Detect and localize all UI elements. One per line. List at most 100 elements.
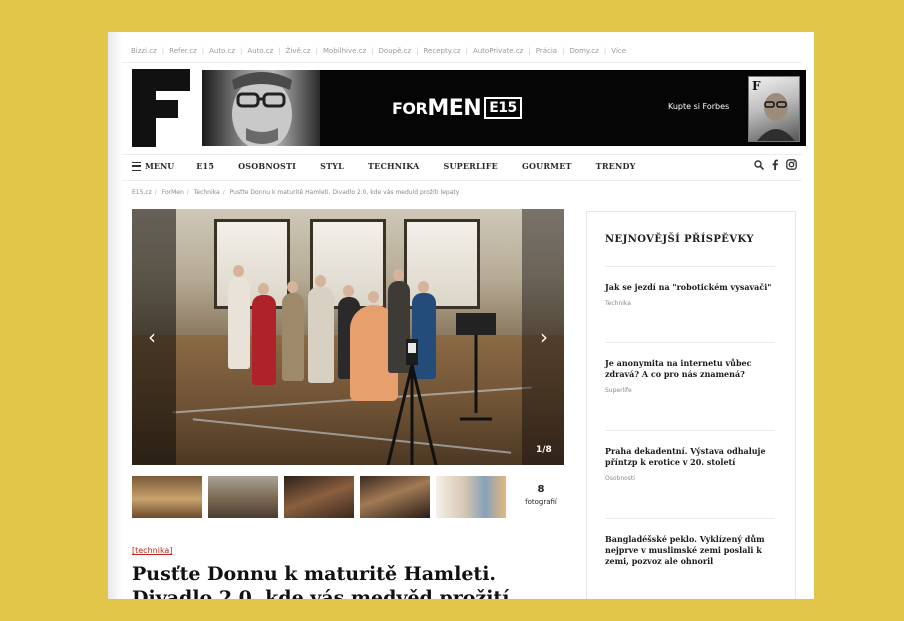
gallery-thumbnail[interactable] (360, 476, 430, 518)
nav-item-e15[interactable]: E15 (196, 161, 214, 171)
sidebar-post[interactable]: Je anonymita na internetu vůbec zdravá? … (605, 358, 775, 394)
nav-item-gourmet[interactable]: GOURMET (522, 161, 572, 171)
separator: / (154, 189, 157, 196)
portal-links-bar: Bizzi.cz | Refer.cz | Auto.cz | Auto.cz | Ži… (128, 44, 788, 58)
search-icon[interactable] (754, 159, 764, 170)
divider (605, 430, 775, 431)
chevron-left-icon[interactable]: ‹ (142, 325, 162, 349)
gallery-counter: 1/8 (536, 445, 552, 455)
portal-link[interactable]: Refer.cz (166, 47, 200, 55)
portal-link[interactable]: Doupě.cz (376, 47, 415, 55)
gallery-thumbnail[interactable] (132, 476, 202, 518)
facebook-icon[interactable] (771, 159, 779, 170)
sidebar-title: NEJNOVĚJŠÍ PŘÍSPĚVKY (605, 234, 754, 245)
breadcrumb-current: Pusťte Donnu k maturitě Hamleti. Divadlo… (229, 189, 460, 196)
divider (122, 154, 802, 155)
photo-person-head (393, 269, 404, 281)
breadcrumb-link[interactable]: ForMen (162, 189, 184, 196)
photo-person (252, 295, 276, 385)
portal-link[interactable]: Auto.cz (244, 47, 276, 55)
latest-posts-sidebar: NEJNOVĚJŠÍ PŘÍSPĚVKY Jak se jezdí na "ro… (586, 211, 796, 599)
sidebar-post[interactable]: Bangladéšské peklo. Vyklízený dům nejprv… (605, 534, 775, 574)
divider (605, 342, 775, 343)
forbes-web-page: Bizzi.cz | Refer.cz | Auto.cz | Auto.cz | Ži… (108, 32, 814, 599)
separator: / (222, 189, 225, 196)
nav-item-osobnosti[interactable]: OSOBNOSTI (238, 161, 296, 171)
photo-person-head (233, 265, 244, 277)
portal-link[interactable]: Recepty.cz (421, 47, 464, 55)
divider (122, 180, 802, 181)
separator: / (186, 189, 189, 196)
gallery-thumbnail[interactable] (284, 476, 354, 518)
photo-window (214, 219, 290, 309)
post-category: Technika (605, 300, 631, 307)
photo-count: 8 (537, 484, 545, 495)
post-title: Praha dekadentní. Výstava odhaluje přínt… (605, 446, 766, 467)
brand-for-text: FOR (392, 98, 428, 118)
gallery-thumbnail[interactable] (436, 476, 506, 518)
photo-person-head (258, 283, 269, 295)
portal-link[interactable]: Živě.cz (283, 47, 314, 55)
magazine-cover-image[interactable]: F (748, 76, 800, 142)
gallery-thumbnail[interactable] (208, 476, 278, 518)
photo-person-head (418, 281, 429, 293)
more-photos-link[interactable]: 8 fotografií (516, 484, 566, 506)
hamburger-icon (132, 161, 141, 171)
article-category-tag[interactable]: [technika] (132, 546, 172, 555)
photo-person-head (368, 291, 379, 303)
subscribe-cta[interactable]: Kupte si Forbes (668, 102, 729, 111)
gallery-main-photo[interactable]: ‹ › 1/8 (132, 209, 564, 465)
page-edge-shadow (108, 32, 122, 599)
nav-item-superlife[interactable]: SUPERLIFE (443, 161, 497, 171)
divider (605, 266, 775, 267)
post-title: Jak se jezdí na "robotickém vysavači" (605, 282, 772, 292)
portal-link[interactable]: Bizzi.cz (128, 47, 160, 55)
photo-count-label: fotografií (525, 498, 557, 506)
post-title: Je anonymita na internetu vůbec zdravá? … (605, 358, 752, 379)
breadcrumb-link[interactable]: Technika (194, 189, 220, 196)
photo-person-head (315, 275, 326, 287)
photo-person-head (343, 285, 354, 297)
photo-person (282, 293, 304, 381)
sidebar-post[interactable]: Jak se jezdí na "robotickém vysavači" Te… (605, 282, 775, 307)
sidebar-post[interactable]: Praha dekadentní. Výstava odhaluje přínt… (605, 446, 775, 482)
banner-portrait-image (202, 70, 320, 146)
portal-link[interactable]: Domy.cz (566, 47, 601, 55)
frame-border-right (814, 0, 904, 621)
photo-tripod (386, 339, 438, 465)
divider (605, 518, 775, 519)
main-navigation: MENU E15 OSOBNOSTI STYL TECHNIKA SUPERLI… (132, 158, 692, 174)
photo-person (308, 287, 334, 383)
portal-link[interactable]: Auto.cz (206, 47, 238, 55)
brand-e15-text: E15 (484, 97, 522, 119)
portal-link[interactable]: Prácia (533, 47, 560, 55)
formen-brand-wordmark: FOR MEN E15 (392, 95, 522, 121)
portal-link[interactable]: Mobilhive.cz (320, 47, 369, 55)
nav-item-trendy[interactable]: TRENDY (596, 161, 636, 171)
nav-item-styl[interactable]: STYL (320, 161, 344, 171)
post-title: Bangladéšské peklo. Vyklízený dům nejprv… (605, 534, 765, 566)
frame-border-bottom (0, 599, 904, 621)
instagram-icon[interactable] (786, 159, 797, 170)
menu-button[interactable]: MENU (132, 161, 174, 171)
post-category: Osobnosti (605, 475, 635, 482)
divider (122, 62, 802, 63)
forbes-f-logo[interactable] (132, 69, 192, 147)
breadcrumb: E15.cz / ForMen / Technika / Pusťte Donnu k… (132, 189, 459, 196)
nav-item-technika[interactable]: TECHNIKA (368, 161, 419, 171)
photo-person-head (287, 281, 298, 293)
article-headline: Pusťte Donnu k maturitě Hamleti. Divadlo… (132, 563, 510, 599)
breadcrumb-link[interactable]: E15.cz (132, 189, 152, 196)
gallery-thumbnails (132, 476, 506, 518)
frame-border-top (0, 0, 904, 32)
photo-stand (456, 313, 496, 421)
chevron-right-icon[interactable]: › (534, 325, 554, 349)
photo-person (228, 277, 250, 369)
brand-men-text: MEN (427, 95, 482, 121)
portal-link[interactable]: AutoPrivate.cz (470, 47, 526, 55)
menu-label: MENU (145, 161, 175, 171)
formen-ad-banner[interactable]: FOR MEN E15 Kupte si Forbes F (202, 70, 806, 146)
nav-icons-group (754, 159, 797, 170)
post-category: Superlife (605, 387, 632, 394)
portal-more-link[interactable]: Více (608, 47, 629, 55)
